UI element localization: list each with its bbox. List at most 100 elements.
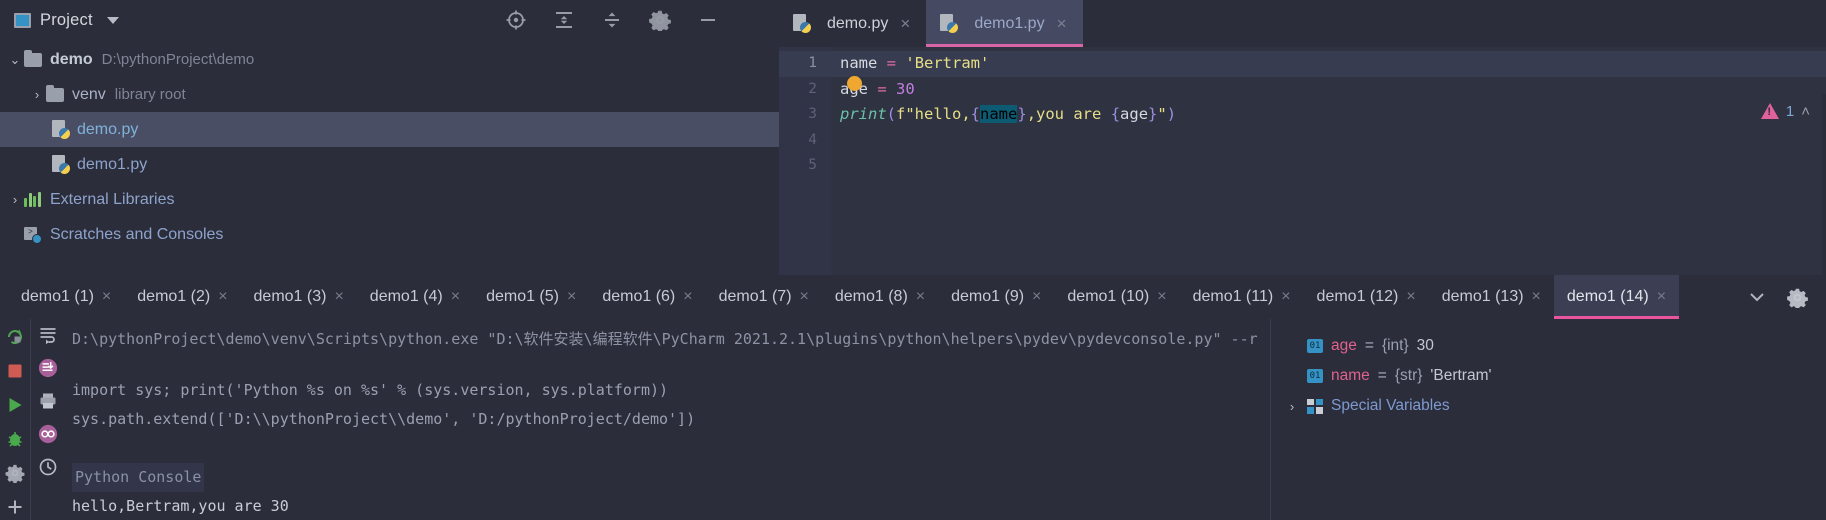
- gutter-line-number: 3: [808, 106, 817, 122]
- code-token: }: [1017, 105, 1027, 123]
- tree-item-label: Scratches and Consoles: [50, 225, 224, 243]
- code-token: {: [1110, 105, 1121, 123]
- locate-target-icon[interactable]: [505, 9, 527, 31]
- close-icon[interactable]: ×: [1057, 14, 1067, 34]
- add-icon[interactable]: [5, 497, 25, 517]
- close-icon[interactable]: ×: [800, 288, 809, 306]
- console-tab[interactable]: demo1 (8) ×: [822, 275, 938, 319]
- variable-row-special-variables[interactable]: › Special Variables: [1271, 391, 1826, 421]
- variable-type: {str}: [1394, 367, 1423, 384]
- chevron-down-icon[interactable]: ⌄: [6, 52, 24, 68]
- warning-count: 1: [1785, 102, 1795, 120]
- chevron-down-icon[interactable]: [106, 16, 119, 24]
- project-panel-toolbar: [505, 0, 719, 40]
- close-icon[interactable]: ×: [1157, 288, 1166, 306]
- tree-item-label: demo: [50, 50, 93, 68]
- close-icon[interactable]: ×: [102, 288, 111, 306]
- special-variables-label: Special Variables: [1331, 397, 1450, 414]
- close-icon[interactable]: ×: [1406, 288, 1415, 306]
- project-tree: ⌄ demo D:\pythonProject\demo › venv libr…: [0, 40, 779, 252]
- history-icon[interactable]: [38, 457, 58, 477]
- console-line: D:\pythonProject\demo\venv\Scripts\pytho…: [72, 330, 1258, 348]
- breakpoint-dot[interactable]: [847, 76, 862, 91]
- tree-item-demo-py[interactable]: demo.py: [0, 112, 779, 147]
- print-icon[interactable]: [38, 391, 58, 411]
- stop-icon[interactable]: [5, 361, 25, 381]
- console-tab-active[interactable]: demo1 (14) ×: [1553, 275, 1680, 319]
- console-tab[interactable]: demo1 (11) ×: [1180, 275, 1304, 319]
- variables-panel: 01 age = {int} 30 01 name = {str} 'Bertr…: [1270, 319, 1826, 520]
- close-icon[interactable]: ×: [683, 288, 692, 306]
- console-tab[interactable]: demo1 (4) ×: [357, 275, 473, 319]
- chevron-up-icon[interactable]: ˄: [1801, 103, 1810, 120]
- run-icon[interactable]: [5, 395, 25, 415]
- expand-all-icon[interactable]: [553, 9, 575, 31]
- folder-icon: [46, 84, 64, 102]
- close-icon[interactable]: ×: [916, 288, 925, 306]
- console-tab[interactable]: demo1 (6) ×: [589, 275, 705, 319]
- code-line-4[interactable]: [831, 128, 1826, 154]
- console-tab[interactable]: demo1 (3) ×: [241, 275, 357, 319]
- minimize-icon[interactable]: [697, 9, 719, 31]
- close-icon[interactable]: ×: [1032, 288, 1041, 306]
- gutter-line-number: 1: [779, 51, 831, 77]
- close-icon[interactable]: ×: [1532, 288, 1541, 306]
- inspection-status-widget[interactable]: 1 ˄: [1754, 94, 1816, 128]
- settings-gear-icon[interactable]: [1787, 287, 1808, 308]
- code-line-5[interactable]: [831, 153, 1826, 179]
- console-tab[interactable]: demo1 (10) ×: [1054, 275, 1179, 319]
- console-tab[interactable]: demo1 (2) ×: [124, 275, 240, 319]
- editor-tab-demo-py[interactable]: demo.py ×: [779, 0, 926, 47]
- tree-item-label: External Libraries: [50, 190, 175, 208]
- settings-gear-icon[interactable]: [649, 9, 671, 31]
- editor-tab-demo1-py[interactable]: demo1.py ×: [926, 0, 1083, 47]
- console-tab[interactable]: demo1 (1) ×: [8, 275, 124, 319]
- close-icon[interactable]: ×: [451, 288, 460, 306]
- chevron-down-icon[interactable]: [1747, 287, 1767, 307]
- console-tab[interactable]: demo1 (12) ×: [1304, 275, 1429, 319]
- collapse-all-icon[interactable]: [601, 9, 623, 31]
- chevron-right-icon[interactable]: ›: [28, 87, 46, 102]
- console-tab[interactable]: demo1 (5) ×: [473, 275, 589, 319]
- variable-row-age[interactable]: 01 age = {int} 30: [1285, 331, 1826, 361]
- close-icon[interactable]: ×: [567, 288, 576, 306]
- rerun-icon[interactable]: [5, 327, 25, 347]
- tree-item-venv[interactable]: › venv library root: [0, 77, 779, 112]
- tree-item-demo1-py[interactable]: demo1.py: [0, 147, 779, 182]
- chevron-right-icon[interactable]: ›: [1285, 399, 1299, 414]
- code-editor[interactable]: name = 'Bertram' age = 30 print(f"hello,…: [831, 47, 1826, 275]
- project-icon: [14, 12, 31, 28]
- gutter-line-number: 4: [808, 131, 817, 148]
- variable-row-name[interactable]: 01 name = {str} 'Bertram': [1285, 361, 1826, 391]
- editor-scrollbar[interactable]: [1822, 94, 1826, 275]
- console-tab-label: demo1 (11): [1192, 288, 1274, 305]
- soft-wrap-icon[interactable]: [38, 325, 58, 345]
- chevron-right-icon[interactable]: ›: [6, 192, 24, 207]
- editor-gutter[interactable]: 1 2 3 4 5: [779, 47, 831, 275]
- editor-area: demo.py × demo1.py × 1 2 3 4 5 name = 'B…: [779, 0, 1826, 275]
- tree-item-scratches-and-consoles[interactable]: > Scratches and Consoles: [0, 217, 779, 252]
- show-variables-icon[interactable]: [38, 424, 58, 444]
- scroll-to-end-icon[interactable]: [38, 358, 58, 378]
- close-icon[interactable]: ×: [1281, 288, 1290, 306]
- settings-gear-icon[interactable]: [5, 463, 25, 483]
- close-icon[interactable]: ×: [1657, 288, 1666, 306]
- code-token: name: [840, 54, 878, 72]
- close-icon[interactable]: ×: [218, 288, 227, 306]
- console-tab[interactable]: demo1 (9) ×: [938, 275, 1054, 319]
- console-tab[interactable]: demo1 (13) ×: [1429, 275, 1554, 319]
- code-line-3[interactable]: print(f"hello,{name},you are {age}"): [831, 102, 1826, 128]
- close-icon[interactable]: ×: [334, 288, 343, 306]
- console-tab-label: demo1 (12): [1316, 288, 1399, 305]
- close-icon[interactable]: ×: [900, 14, 910, 34]
- code-token: }: [1148, 105, 1158, 123]
- console-tab[interactable]: demo1 (7) ×: [706, 275, 822, 319]
- tree-item-external-libraries[interactable]: › External Libraries: [0, 182, 779, 217]
- tree-item-demo[interactable]: ⌄ demo D:\pythonProject\demo: [0, 42, 779, 77]
- code-line-2[interactable]: age = 30: [831, 77, 1826, 103]
- console-output[interactable]: D:\pythonProject\demo\venv\Scripts\pytho…: [64, 319, 1270, 520]
- code-line-1[interactable]: name = 'Bertram': [831, 51, 1826, 77]
- variable-equals: =: [1377, 367, 1387, 384]
- debug-icon[interactable]: [5, 429, 25, 449]
